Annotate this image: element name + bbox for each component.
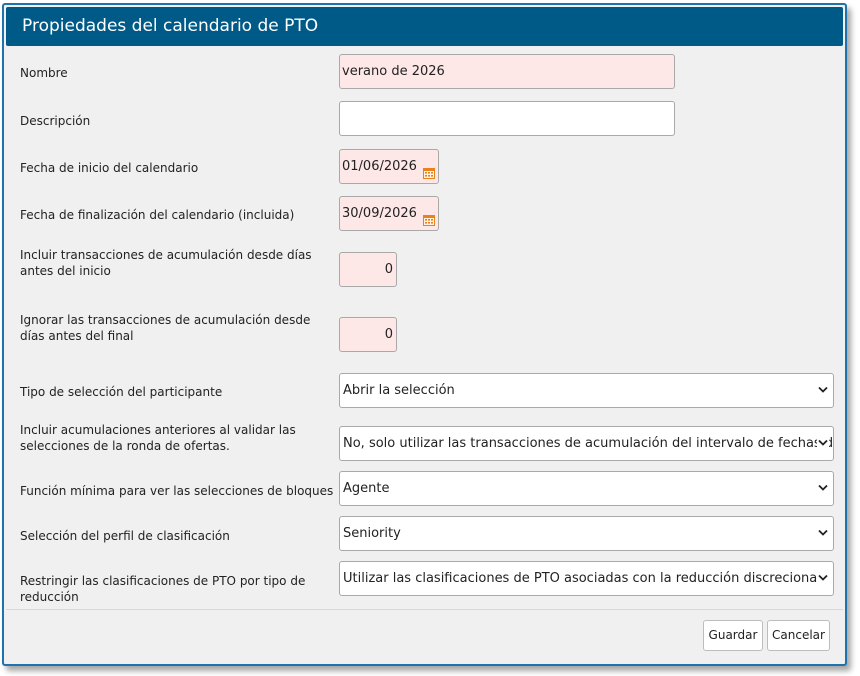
chevron-down-icon <box>817 427 829 460</box>
restrict-classifications-select[interactable]: Utilizar las clasificaciones de PTO asoc… <box>339 561 834 596</box>
ranking-profile-value: Seniority <box>343 526 401 541</box>
accrual-before-label: Incluir transacciones de acumulación des… <box>20 248 312 278</box>
chevron-down-icon <box>817 517 829 550</box>
dialog-title: Propiedades del calendario de PTO <box>6 7 843 46</box>
min-role-value: Agente <box>343 481 390 496</box>
pto-calendar-properties-dialog: Propiedades del calendario de PTO Nombre… <box>2 3 847 666</box>
prior-accruals-select[interactable]: No, solo utilizar las transacciones de a… <box>339 426 834 461</box>
participant-selection-value: Abrir la selección <box>343 383 455 398</box>
accrual-ignore-label: Ignorar las transacciones de acumulación… <box>20 313 311 343</box>
prior-accruals-label: Incluir acumulaciones anteriores al vali… <box>20 423 296 453</box>
end-date-input[interactable]: 30/09/2026 <box>339 196 439 231</box>
end-date-value: 30/09/2026 <box>342 206 417 221</box>
name-label: Nombre <box>20 66 68 80</box>
start-date-input[interactable]: 01/06/2026 <box>339 149 439 184</box>
chevron-down-icon <box>817 472 829 505</box>
cancel-button[interactable]: Cancelar <box>767 620 830 651</box>
restrict-classifications-value: Utilizar las clasificaciones de PTO asoc… <box>343 571 826 586</box>
chevron-down-icon <box>817 562 829 595</box>
ranking-profile-label: Selección del perfil de clasificación <box>20 529 230 543</box>
save-button[interactable]: Guardar <box>703 620 763 651</box>
restrict-classifications-label: Restringir las clasificaciones de PTO po… <box>20 574 306 604</box>
accrual-ignore-input[interactable]: 0 <box>339 317 397 352</box>
end-date-label: Fecha de finalización del calendario (in… <box>20 208 295 222</box>
calendar-icon[interactable] <box>423 206 435 226</box>
accrual-before-input[interactable]: 0 <box>339 252 397 287</box>
min-role-select[interactable]: Agente <box>339 471 834 506</box>
prior-accruals-value: No, solo utilizar las transacciones de a… <box>343 436 833 451</box>
calendar-icon[interactable] <box>423 159 435 179</box>
participant-selection-label: Tipo de selección del participante <box>20 385 223 399</box>
footer-divider <box>6 609 843 610</box>
start-date-label: Fecha de inicio del calendario <box>20 161 199 175</box>
min-role-label: Función mínima para ver las selecciones … <box>20 484 334 498</box>
ranking-profile-select[interactable]: Seniority <box>339 516 834 551</box>
description-label: Descripción <box>20 114 91 128</box>
name-input[interactable]: verano de 2026 <box>339 54 675 89</box>
participant-selection-select[interactable]: Abrir la selección <box>339 373 834 408</box>
chevron-down-icon <box>817 374 829 407</box>
start-date-value: 01/06/2026 <box>342 159 417 174</box>
description-input[interactable] <box>339 101 675 136</box>
